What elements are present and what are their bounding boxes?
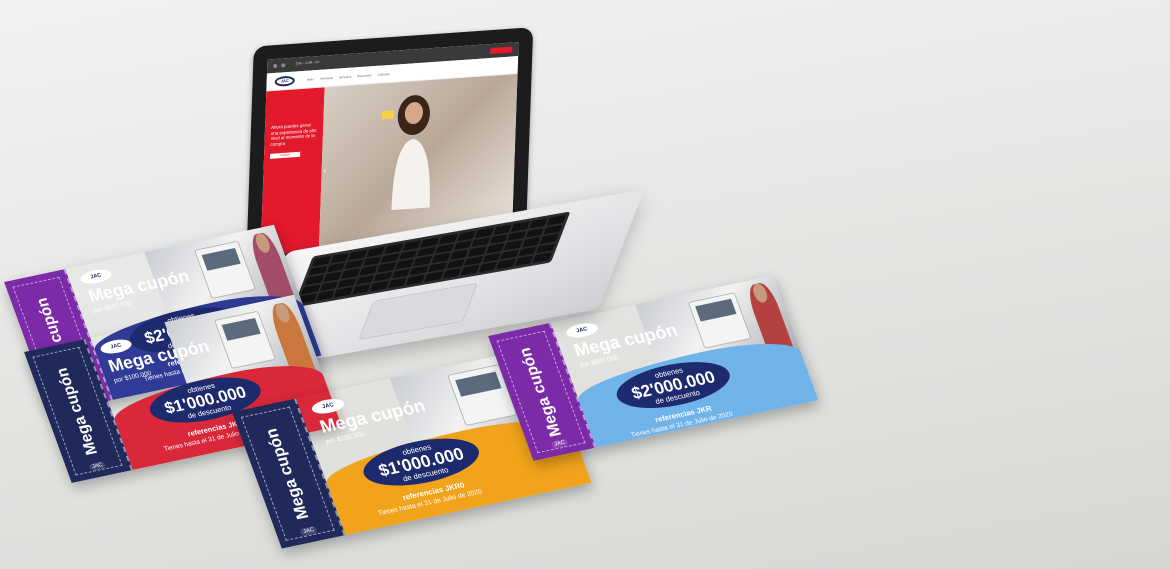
keyboard-key: [366, 246, 386, 257]
keyboard-key: [362, 255, 382, 267]
keyboard-key: [456, 230, 476, 242]
keyboard-key: [500, 249, 520, 260]
keyboard-key: [301, 284, 321, 295]
keyboard-key: [337, 278, 357, 289]
keyboard-key: [402, 240, 422, 251]
site-nav: Inicio Vehículos Servicios Repuestos Con…: [307, 71, 390, 81]
keyboard-key: [312, 256, 331, 267]
keyboard-key: [514, 255, 534, 267]
keyboard-key: [417, 246, 436, 257]
keyboard-key: [529, 218, 548, 229]
keyboard-key: [503, 240, 523, 251]
keyboard-key: [478, 262, 498, 273]
keyboard-key: [373, 271, 393, 282]
keyboard-key: [427, 262, 447, 273]
keyboard-key: [380, 252, 400, 264]
keyboard-key: [540, 233, 559, 245]
truck-window: [221, 317, 261, 341]
keyboard-key: [449, 249, 469, 260]
keyboard-key: [543, 224, 563, 235]
nav-item: Vehículos: [319, 75, 334, 81]
truck-image: [687, 291, 752, 349]
keyboard-key: [409, 265, 429, 276]
truck-window: [201, 247, 241, 271]
browser-dot: [281, 63, 286, 68]
keyboard-key: [474, 227, 494, 238]
person-head: [273, 301, 292, 324]
keyboard-key: [547, 214, 567, 226]
woman-photo: [391, 95, 431, 211]
keyboard-key: [464, 255, 483, 267]
keyboard-key: [485, 243, 505, 254]
keyboard-key: [493, 224, 512, 235]
stub-logo: JAC: [88, 461, 107, 472]
nav-item: Inicio: [306, 76, 314, 82]
person-image: [744, 281, 794, 354]
keyboard-key: [536, 243, 556, 254]
keyboard-key: [333, 287, 353, 298]
truck-window: [694, 298, 737, 322]
browser-dot: [273, 63, 278, 69]
keyboard-key: [496, 258, 516, 270]
keyboard-key: [442, 268, 462, 279]
keyboard-key: [482, 252, 501, 263]
keyboard-key: [319, 281, 339, 292]
keyboard-key: [446, 259, 465, 270]
keyboard-key: [355, 274, 375, 286]
keyboard-key: [326, 262, 346, 273]
nav-item: Repuestos: [357, 72, 372, 78]
hero-text: Ahora puedes ganar una experiencia de al…: [270, 122, 317, 148]
keyboard-key: [413, 255, 433, 267]
keyboard-key: [460, 265, 480, 276]
keyboard-key: [341, 268, 360, 279]
keyboard-key: [507, 230, 527, 241]
truck-image: [214, 310, 276, 370]
keyboard-key: [384, 243, 404, 254]
keyboard-key: [308, 265, 328, 276]
jac-logo: JAC: [274, 75, 295, 87]
keyboard-key: [420, 237, 440, 248]
keyboard-key: [521, 236, 541, 248]
nav-item: Contacto: [377, 71, 390, 77]
keyboard-key: [406, 274, 425, 286]
keyboard-key: [377, 262, 397, 273]
keyboard-key: [453, 240, 472, 251]
keyboard-key: [351, 284, 371, 295]
browser-cta-button: [490, 46, 513, 55]
keyboard-key: [395, 259, 415, 270]
truck-image: [194, 240, 256, 300]
nav-item: Servicios: [338, 74, 352, 79]
keyboard-key: [344, 259, 364, 270]
keyboard-key: [398, 249, 418, 260]
chevron-left-icon: ‹: [323, 165, 327, 175]
keyboard-key: [511, 221, 530, 232]
keyboard-key: [391, 268, 411, 279]
keyboard-key: [471, 237, 491, 248]
keyboard-key: [370, 281, 389, 292]
keyboard-key: [304, 274, 324, 286]
keyboard-key: [315, 290, 335, 301]
keyboard-key: [532, 252, 552, 263]
keyboard-key: [438, 233, 458, 245]
person-head: [750, 282, 770, 304]
keyboard-key: [435, 243, 454, 254]
product-mockup-scene: jac.com.co JAC Inicio Vehículos Servicio…: [0, 0, 1170, 569]
keyboard-key: [467, 246, 487, 257]
hero-button: Cotizar: [269, 151, 301, 159]
keyboard-key: [348, 249, 368, 260]
person-head: [253, 231, 272, 254]
keyboard-key: [322, 271, 342, 282]
keyboard-key: [518, 246, 538, 257]
keyboard-key: [525, 227, 545, 238]
keyboard-key: [388, 277, 407, 289]
browser-url: jac.com.co: [295, 60, 320, 67]
keyboard-key: [431, 252, 451, 264]
truck-window: [455, 371, 502, 397]
keyboard-key: [424, 271, 444, 282]
keyboard-key: [489, 233, 509, 245]
keyboard-key: [330, 252, 349, 264]
credit-card-icon: [381, 110, 394, 120]
keyboard-key: [359, 265, 378, 276]
